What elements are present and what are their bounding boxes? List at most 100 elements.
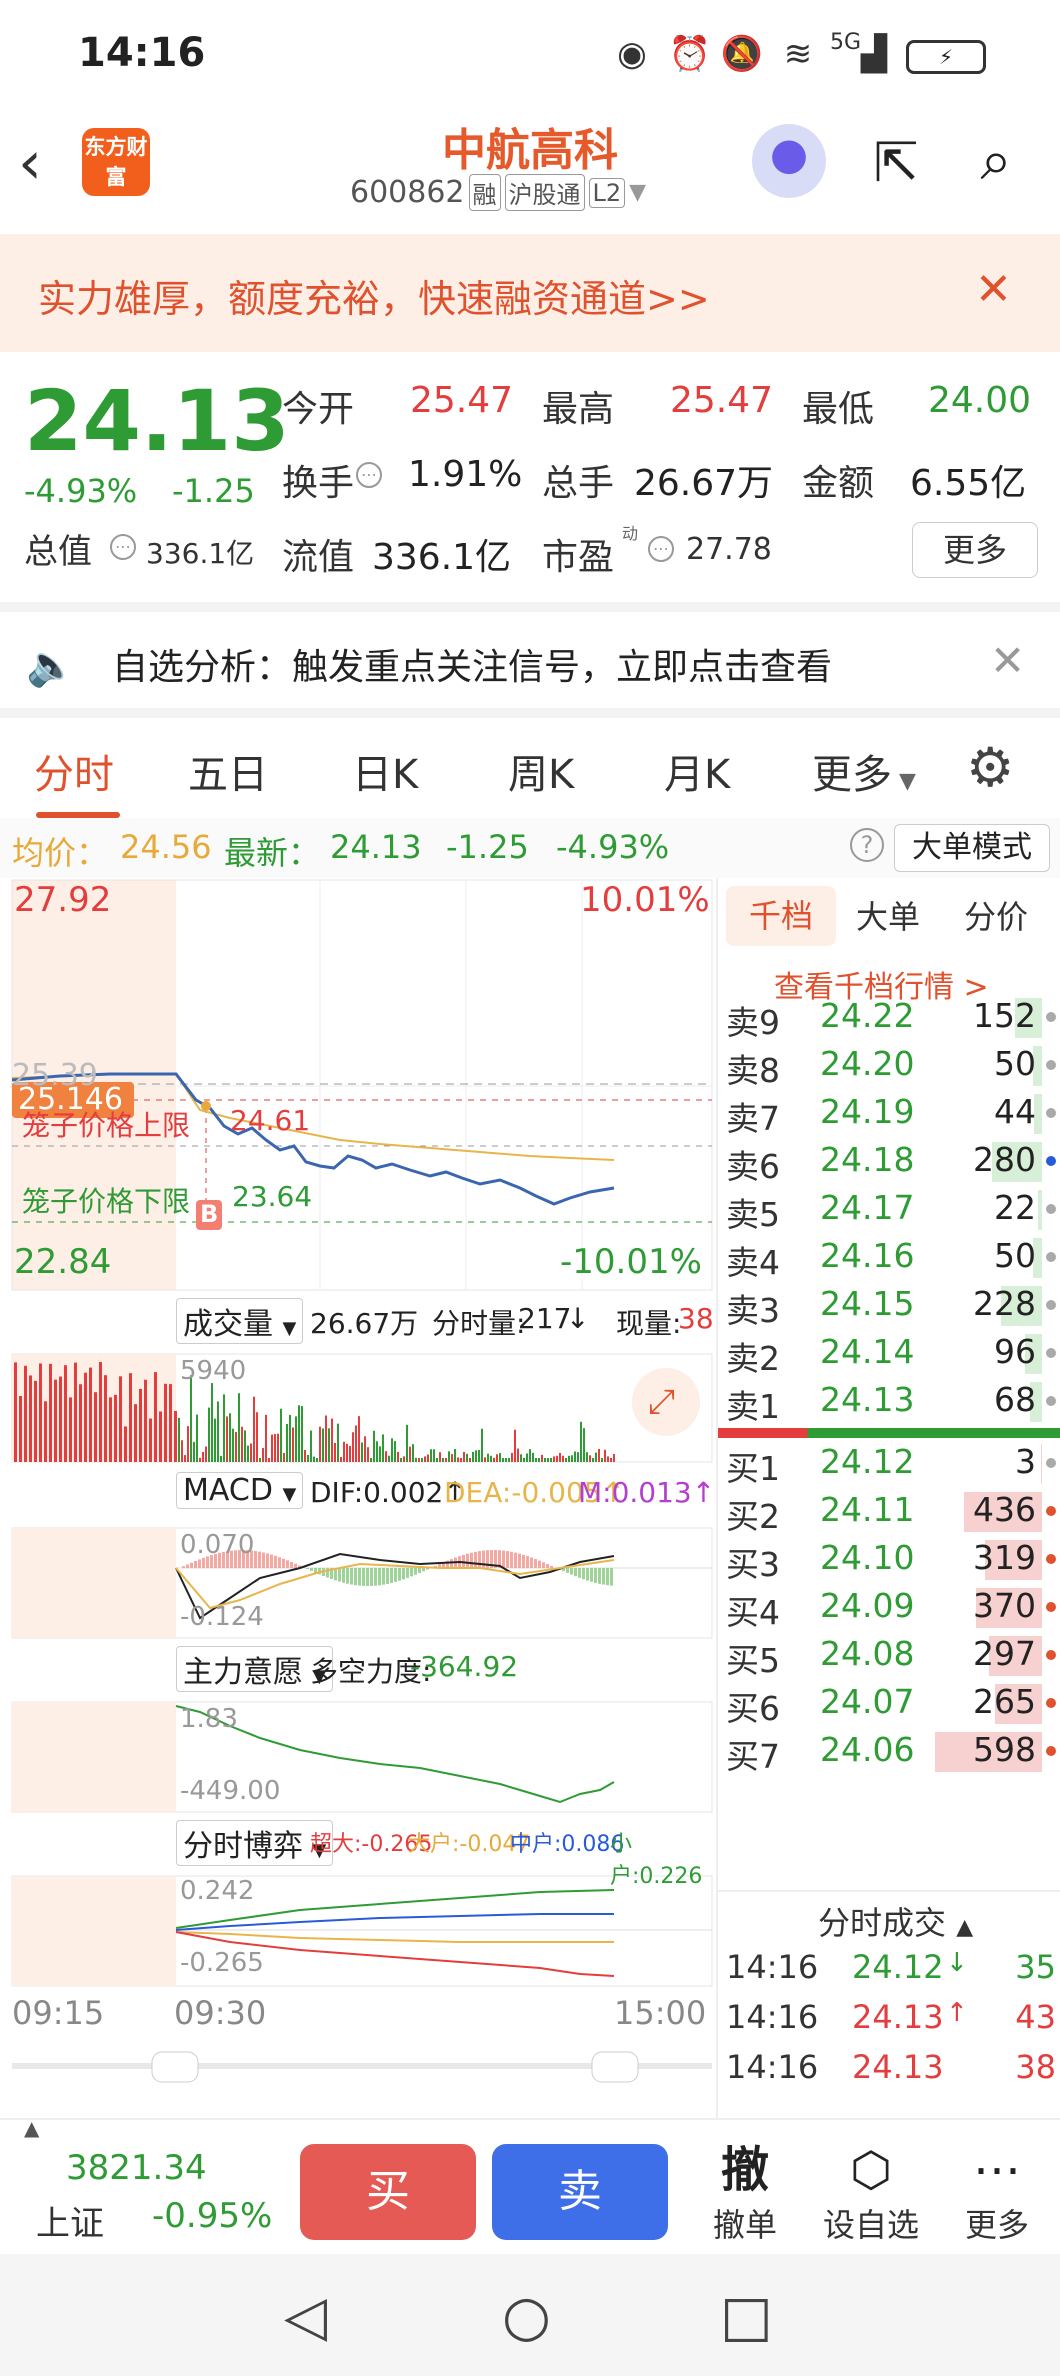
home-circle-icon[interactable]: ○ bbox=[502, 2284, 551, 2349]
volume-bar bbox=[523, 1457, 525, 1462]
bid-row[interactable]: 买6 24.07 265 bbox=[718, 1680, 1060, 1728]
ask-row[interactable]: 卖3 24.15 228 bbox=[718, 1282, 1060, 1330]
volume-bar bbox=[415, 1457, 417, 1462]
macd-bar bbox=[502, 1550, 505, 1568]
info-icon[interactable]: ⋯ bbox=[110, 534, 136, 560]
stock-code-row[interactable]: 600862 融 沪股通 L2 ▼ bbox=[350, 174, 646, 211]
ask-row[interactable]: 卖6 24.18 280 bbox=[718, 1138, 1060, 1186]
volume-selector[interactable]: 成交量 ▼ bbox=[176, 1298, 304, 1344]
more-menu-button[interactable]: ⋯ 更多 bbox=[942, 2140, 1052, 2246]
volume-bar bbox=[496, 1454, 498, 1462]
bid-row[interactable]: 买5 24.08 297 bbox=[718, 1632, 1060, 1680]
level-volume: 3 bbox=[1015, 1442, 1036, 1481]
ask-row[interactable]: 卖8 24.20 50 bbox=[718, 1042, 1060, 1090]
tab-depth[interactable]: 千档 bbox=[726, 886, 836, 946]
macd-bar bbox=[350, 1568, 353, 1585]
cancel-order-button[interactable]: 撤 撤单 bbox=[690, 2140, 800, 2246]
volume-bar bbox=[214, 1418, 216, 1462]
volume-bar bbox=[508, 1458, 510, 1462]
macd-bar bbox=[590, 1568, 593, 1582]
chart-area[interactable]: 27.92 10.01% 22.84 -10.01% 25.39 25.146 … bbox=[0, 878, 716, 2118]
ask-row[interactable]: 卖7 24.19 44 bbox=[718, 1090, 1060, 1138]
lower-cage-value: 23.64 bbox=[232, 1180, 313, 1213]
volume-bar bbox=[39, 1363, 42, 1462]
tab-more[interactable]: 更多 ▼ bbox=[812, 742, 916, 800]
macd-selector[interactable]: MACD ▼ bbox=[176, 1472, 304, 1509]
bid-ask-ratio-bar bbox=[718, 1428, 1060, 1438]
volume-bar bbox=[394, 1441, 396, 1462]
level-volume: 22 bbox=[994, 1188, 1036, 1227]
recents-square-icon[interactable]: □ bbox=[720, 2284, 773, 2349]
macd-bar bbox=[518, 1553, 521, 1568]
promo-banner[interactable]: 实力雄厚，额度充裕，快速融资通道>> ✕ bbox=[0, 234, 1060, 352]
ask-row[interactable]: 卖1 24.13 68 bbox=[718, 1378, 1060, 1426]
volume-bar bbox=[379, 1446, 381, 1462]
close-icon[interactable]: ✕ bbox=[990, 636, 1025, 685]
assistant-robot-icon[interactable] bbox=[752, 124, 826, 198]
help-icon[interactable]: ? bbox=[850, 828, 884, 862]
pre-market-shade bbox=[12, 1702, 176, 1812]
system-nav-bar: ◁ ○ □ bbox=[0, 2254, 1060, 2376]
volume-bar bbox=[388, 1455, 390, 1462]
bid-row[interactable]: 买2 24.11 436 bbox=[718, 1488, 1060, 1536]
ask-row[interactable]: 卖4 24.16 50 bbox=[718, 1234, 1060, 1282]
ask-row[interactable]: 卖2 24.14 96 bbox=[718, 1330, 1060, 1378]
ask-row[interactable]: 卖5 24.17 22 bbox=[718, 1186, 1060, 1234]
level2-tag: L2 bbox=[588, 177, 626, 208]
sell-button[interactable]: 卖 bbox=[492, 2144, 668, 2240]
volume-bar bbox=[484, 1457, 486, 1462]
info-icon[interactable]: ⋯ bbox=[356, 462, 382, 488]
tab-daily-k[interactable]: 日K bbox=[352, 742, 418, 800]
tab-price-dist[interactable]: 分价 bbox=[964, 892, 1028, 938]
macd-bar bbox=[574, 1568, 577, 1577]
macd-bar bbox=[306, 1568, 309, 1570]
level-price: 24.08 bbox=[820, 1634, 915, 1673]
more-button[interactable]: 更多 bbox=[912, 522, 1038, 578]
macd-bar bbox=[394, 1568, 397, 1582]
bid-row[interactable]: 买3 24.10 319 bbox=[718, 1536, 1060, 1584]
ticks-title[interactable]: 分时成交 ▲ bbox=[818, 1898, 973, 1944]
analysis-strip[interactable]: 🔈 自选分析：触发重点关注信号，立即点击查看 ✕ bbox=[0, 602, 1060, 708]
expand-icon[interactable]: ⤢ bbox=[648, 1382, 675, 1422]
tab-weekly-k[interactable]: 周K bbox=[508, 742, 574, 800]
time-close: 15:00 bbox=[614, 1994, 707, 2032]
level-price: 24.07 bbox=[820, 1682, 915, 1721]
status-dot-icon bbox=[1046, 1204, 1056, 1214]
tab-big-order[interactable]: 大单 bbox=[856, 892, 920, 938]
ask-row[interactable]: 卖9 24.22 152 bbox=[718, 998, 1060, 1042]
tick-arrow-icon: ↑ bbox=[946, 1998, 968, 2028]
tab-monthly-k[interactable]: 月K bbox=[664, 742, 730, 800]
bid-row[interactable]: 买4 24.09 370 bbox=[718, 1584, 1060, 1632]
big-order-mode-button[interactable]: 大单模式 bbox=[894, 824, 1050, 872]
close-icon[interactable]: ✕ bbox=[975, 264, 1012, 315]
back-triangle-icon[interactable]: ◁ bbox=[284, 2284, 327, 2349]
tab-intraday[interactable]: 分时 bbox=[34, 742, 114, 800]
gear-icon[interactable]: ⚙ bbox=[966, 736, 1014, 799]
volume-bar bbox=[253, 1396, 255, 1462]
small-value: 小户:0.226 bbox=[610, 1832, 703, 1889]
buy-button[interactable]: 买 bbox=[300, 2144, 476, 2240]
macd-bar bbox=[190, 1562, 193, 1568]
expand-up-icon[interactable]: ▲ bbox=[24, 2116, 39, 2140]
tab-five-day[interactable]: 五日 bbox=[188, 742, 268, 800]
search-icon[interactable]: ⌕ bbox=[962, 130, 1030, 198]
volume-bar bbox=[235, 1431, 237, 1462]
level-price: 24.06 bbox=[820, 1730, 915, 1769]
macd-bar bbox=[506, 1551, 509, 1568]
power-value: -364.92 bbox=[410, 1650, 519, 1683]
volume-bar bbox=[29, 1375, 32, 1462]
info-icon[interactable]: ⋯ bbox=[648, 536, 674, 562]
index-value[interactable]: 3821.34 bbox=[66, 2148, 207, 2188]
b-marker[interactable]: B bbox=[200, 1200, 218, 1228]
volume-bar bbox=[373, 1430, 375, 1462]
order-book: 千档 大单 分价 查看千档行情 > 卖9 24.22 152 卖8 24.20 50 卖7 2… bbox=[716, 878, 1060, 2118]
volume-bar bbox=[514, 1429, 516, 1462]
volume-bar bbox=[364, 1436, 366, 1462]
add-watchlist-button[interactable]: ⬡ 设自选 bbox=[816, 2140, 926, 2246]
volume-bar bbox=[89, 1367, 92, 1462]
share-icon[interactable]: ⇱ bbox=[862, 130, 930, 198]
bid-row[interactable]: 买7 24.06 598 bbox=[718, 1728, 1060, 1776]
volume-bar bbox=[577, 1452, 579, 1462]
bid-row[interactable]: 买1 24.12 3 bbox=[718, 1440, 1060, 1488]
bid-row[interactable]: 买824.05680 bbox=[718, 1776, 1060, 1778]
